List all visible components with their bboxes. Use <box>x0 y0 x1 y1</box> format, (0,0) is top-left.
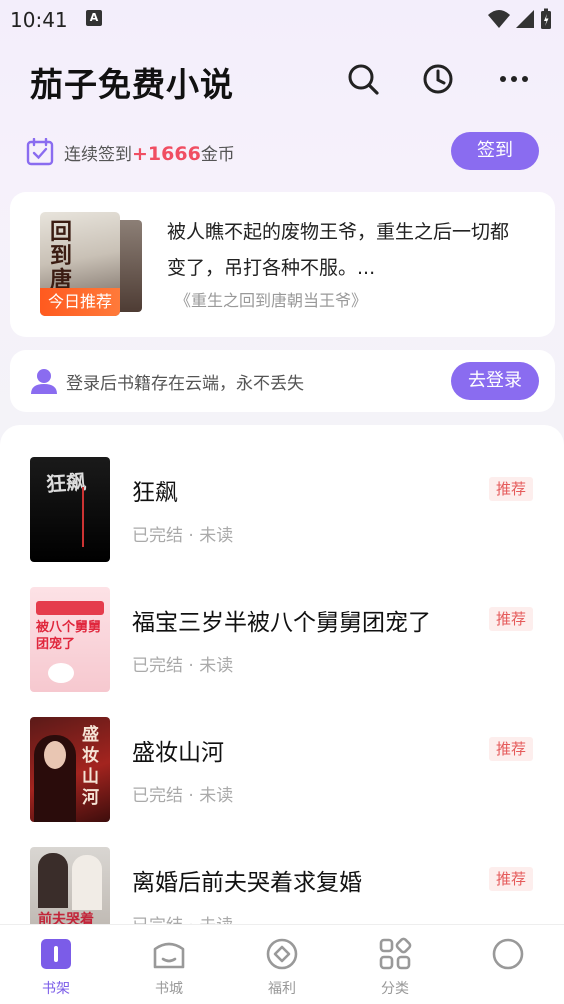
recommend-tag: 推荐 <box>489 607 533 631</box>
book-item[interactable]: 狂飙 狂飙 已完结 · 未读 推荐 <box>0 457 564 563</box>
nav-bookshelf[interactable]: 书架 <box>16 937 96 999</box>
bottom-navigation: 书架 书城 福利 分类 <box>0 924 564 1004</box>
checkin-coins: +1666 <box>132 142 201 165</box>
recommend-tag: 推荐 <box>489 737 533 761</box>
signin-button[interactable]: 签到 <box>451 132 539 170</box>
checkin-row: 连续签到+1666金币 <box>26 134 235 170</box>
today-recommend-badge: 今日推荐 <box>40 288 120 316</box>
recommendation-description: 被人瞧不起的废物王爷，重生之后一切都变了，吊打各种不服。... <box>167 221 510 279</box>
book-meta: 已完结 · 未读 <box>132 656 234 676</box>
battery-icon <box>541 8 551 29</box>
book-cover-title: 狂飙 <box>45 469 87 497</box>
nav-label: 书架 <box>42 981 70 997</box>
nav-profile[interactable] <box>468 937 548 999</box>
profile-icon <box>492 938 524 970</box>
checkin-prefix: 连续签到 <box>64 144 132 165</box>
login-hint-text: 登录后书籍存在云端，永不丢失 <box>66 374 304 394</box>
welfare-icon <box>266 938 298 970</box>
search-icon[interactable] <box>346 62 380 96</box>
book-meta: 已完结 · 未读 <box>132 911 233 925</box>
history-clock-icon[interactable] <box>421 62 455 96</box>
book-cover-title: 盛妆山河 <box>82 725 99 808</box>
cover-face <box>44 741 66 769</box>
checkin-text: 连续签到+1666金币 <box>64 140 235 165</box>
book-cover: 被八个舅舅团宠了 <box>30 587 110 692</box>
bookshelf-list: 狂飙 狂飙 已完结 · 未读 推荐 被八个舅舅团宠了 福宝三岁半被八个舅舅团宠了… <box>0 425 564 925</box>
book-cover: 前夫哭着 <box>30 847 110 925</box>
wifi-icon <box>488 10 510 28</box>
recommend-tag: 推荐 <box>489 867 533 891</box>
book-cover: 狂飙 <box>30 457 110 562</box>
book-title: 狂飙 <box>132 480 178 506</box>
cover-mascot <box>48 663 74 683</box>
nav-welfare[interactable]: 福利 <box>242 937 322 999</box>
recommendation-book-name: 《重生之回到唐朝当王爷》 <box>175 291 368 310</box>
user-icon <box>31 369 57 394</box>
more-icon[interactable] <box>497 62 531 96</box>
app-title: 茄子免费小说 <box>30 65 234 104</box>
login-banner: 登录后书籍存在云端，永不丢失 去登录 <box>10 350 555 412</box>
book-item[interactable]: 前夫哭着 离婚后前夫哭着求复婚 已完结 · 未读 推荐 <box>0 847 564 925</box>
book-meta: 已完结 · 未读 <box>132 526 234 546</box>
category-icon <box>379 937 412 970</box>
nav-label: 分类 <box>381 981 409 997</box>
cover-banner <box>36 601 104 615</box>
login-button[interactable]: 去登录 <box>451 362 539 400</box>
nav-category[interactable]: 分类 <box>355 937 435 999</box>
book-cover-title: 前夫哭着 <box>38 912 94 925</box>
nav-label: 福利 <box>268 981 296 997</box>
cover-stripe <box>82 487 84 547</box>
nav-label: 书城 <box>155 981 183 997</box>
book-title: 福宝三岁半被八个舅舅团宠了 <box>132 610 431 636</box>
book-title: 离婚后前夫哭着求复婚 <box>132 870 362 896</box>
bookshelf-icon <box>41 939 71 969</box>
daily-recommendation-card[interactable]: 回到唐朝 今日推荐 被人瞧不起的废物王爷，重生之后一切都变了，吊打各种不服。..… <box>10 192 555 337</box>
book-cover-title: 被八个舅舅团宠了 <box>36 620 102 652</box>
cover-figure-right <box>72 855 102 910</box>
bookstore-icon <box>153 942 185 969</box>
status-bar: 10:41 A <box>0 0 564 40</box>
calendar-check-icon <box>26 138 54 166</box>
book-cover: 盛妆山河 <box>30 717 110 822</box>
recommend-tag: 推荐 <box>489 477 533 501</box>
checkin-suffix: 金币 <box>200 144 235 165</box>
nav-bookstore[interactable]: 书城 <box>129 937 209 999</box>
status-icons <box>488 8 552 30</box>
book-title: 盛妆山河 <box>132 740 224 766</box>
book-item[interactable]: 盛妆山河 盛妆山河 已完结 · 未读 推荐 <box>0 717 564 823</box>
notification-icon: A <box>86 10 102 26</box>
status-time: 10:41 <box>10 8 68 32</box>
cover-figure-left <box>38 853 68 908</box>
book-meta: 已完结 · 未读 <box>132 786 234 806</box>
book-item[interactable]: 被八个舅舅团宠了 福宝三岁半被八个舅舅团宠了 已完结 · 未读 推荐 <box>0 587 564 693</box>
signal-icon <box>516 10 534 28</box>
